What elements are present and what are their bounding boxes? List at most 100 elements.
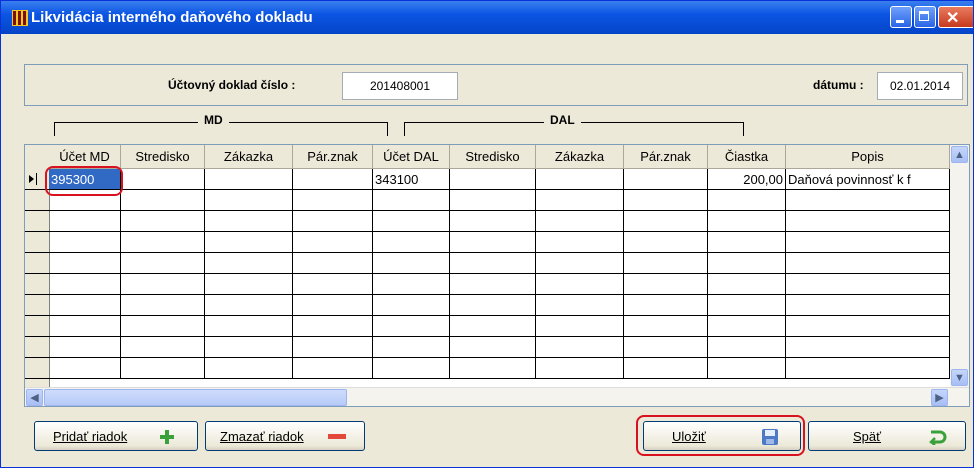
cell-popis[interactable] (786, 274, 950, 295)
cell-stredisko-md[interactable] (121, 232, 205, 253)
cell-stredisko-dal[interactable] (450, 253, 536, 274)
cell-popis[interactable] (786, 190, 950, 211)
row-indicator[interactable] (25, 169, 49, 190)
cell-parznak-md[interactable] (293, 358, 373, 379)
cell-stredisko-dal[interactable] (450, 169, 536, 190)
vertical-scrollbar[interactable]: ▲ ▼ (950, 145, 969, 387)
cell-zakazka-md[interactable] (205, 253, 293, 274)
back-button[interactable]: Späť (808, 421, 966, 451)
save-button[interactable]: Uložiť (643, 421, 801, 451)
cell-parznak-dal[interactable] (624, 190, 708, 211)
cell-parznak-dal[interactable] (624, 358, 708, 379)
cell-stredisko-md[interactable] (121, 211, 205, 232)
cell-ucet-dal[interactable] (373, 232, 450, 253)
cell-ucet-md[interactable] (49, 190, 121, 211)
cell-ucet-md[interactable] (49, 358, 121, 379)
cell-popis[interactable] (786, 337, 950, 358)
cell-ciastka[interactable] (708, 211, 786, 232)
cell-parznak-dal[interactable] (624, 211, 708, 232)
cell-ciastka[interactable] (708, 316, 786, 337)
cell-parznak-md[interactable] (293, 169, 373, 190)
column-header-zakazka-md[interactable]: Zákazka (205, 145, 293, 169)
cell-zakazka-dal[interactable] (536, 274, 624, 295)
row-indicator[interactable] (25, 358, 49, 379)
cell-zakazka-md[interactable] (205, 316, 293, 337)
cell-ucet-md[interactable] (49, 316, 121, 337)
cell-stredisko-dal[interactable] (450, 274, 536, 295)
cell-ciastka[interactable]: 200,00 (708, 169, 786, 190)
cell-parznak-md[interactable] (293, 337, 373, 358)
row-indicator[interactable] (25, 337, 49, 358)
cell-stredisko-dal[interactable] (450, 232, 536, 253)
cell-zakazka-dal[interactable] (536, 337, 624, 358)
cell-ucet-dal[interactable] (373, 358, 450, 379)
cell-popis[interactable]: Daňová povinnosť k f (786, 169, 950, 190)
scroll-down-button[interactable]: ▼ (951, 369, 968, 386)
cell-ucet-md[interactable] (49, 295, 121, 316)
cell-zakazka-md[interactable] (205, 190, 293, 211)
cell-zakazka-dal[interactable] (536, 358, 624, 379)
cell-zakazka-md[interactable] (205, 274, 293, 295)
cell-zakazka-dal[interactable] (536, 211, 624, 232)
date-field[interactable]: 02.01.2014 (877, 72, 963, 100)
cell-stredisko-md[interactable] (121, 337, 205, 358)
cell-stredisko-md[interactable] (121, 253, 205, 274)
column-header-stredisko-dal[interactable]: Stredisko (450, 145, 536, 169)
cell-popis[interactable] (786, 358, 950, 379)
cell-stredisko-dal[interactable] (450, 337, 536, 358)
cell-ucet-md[interactable] (49, 211, 121, 232)
column-header-zakazka-dal[interactable]: Zákazka (536, 145, 624, 169)
cell-parznak-dal[interactable] (624, 232, 708, 253)
cell-stredisko-md[interactable] (121, 295, 205, 316)
row-indicator[interactable] (25, 253, 49, 274)
cell-stredisko-dal[interactable] (450, 295, 536, 316)
cell-ucet-md[interactable] (49, 253, 121, 274)
cell-ciastka[interactable] (708, 190, 786, 211)
cell-ciastka[interactable] (708, 295, 786, 316)
cell-ucet-md[interactable] (49, 337, 121, 358)
cell-zakazka-dal[interactable] (536, 190, 624, 211)
cell-popis[interactable] (786, 211, 950, 232)
cell-stredisko-dal[interactable] (450, 190, 536, 211)
cell-popis[interactable] (786, 316, 950, 337)
row-indicator[interactable] (25, 232, 49, 253)
cell-ciastka[interactable] (708, 253, 786, 274)
cell-stredisko-md[interactable] (121, 190, 205, 211)
cell-parznak-md[interactable] (293, 253, 373, 274)
column-header-stredisko-md[interactable]: Stredisko (121, 145, 205, 169)
cell-parznak-md[interactable] (293, 295, 373, 316)
cell-zakazka-md[interactable] (205, 232, 293, 253)
cell-ucet-md[interactable] (49, 274, 121, 295)
close-button[interactable]: ✕ (938, 6, 973, 28)
cell-ciastka[interactable] (708, 232, 786, 253)
cell-zakazka-dal[interactable] (536, 169, 624, 190)
cell-zakazka-md[interactable] (205, 295, 293, 316)
row-indicator[interactable] (25, 295, 49, 316)
entries-grid[interactable]: Účet MD Stredisko Zákazka Pár.znak Účet … (24, 144, 970, 407)
cell-zakazka-dal[interactable] (536, 253, 624, 274)
cell-popis[interactable] (786, 295, 950, 316)
cell-stredisko-dal[interactable] (450, 211, 536, 232)
minimize-button[interactable] (890, 6, 912, 28)
cell-ucet-dal[interactable] (373, 274, 450, 295)
cell-ucet-dal[interactable] (373, 316, 450, 337)
horizontal-scrollbar[interactable]: ◀ ▶ (25, 387, 969, 406)
delete-row-button[interactable]: Zmazať riadok (205, 421, 365, 451)
cell-stredisko-md[interactable] (121, 169, 205, 190)
cell-zakazka-md[interactable] (205, 337, 293, 358)
cell-ucet-dal[interactable] (373, 253, 450, 274)
scroll-left-button[interactable]: ◀ (26, 389, 43, 406)
cell-zakazka-dal[interactable] (536, 295, 624, 316)
cell-parznak-md[interactable] (293, 190, 373, 211)
cell-parznak-dal[interactable] (624, 274, 708, 295)
cell-zakazka-md[interactable] (205, 211, 293, 232)
add-row-button[interactable]: Pridať riadok (34, 421, 198, 451)
row-indicator[interactable] (25, 316, 49, 337)
scroll-up-button[interactable]: ▲ (951, 146, 968, 163)
cell-zakazka-md[interactable] (205, 169, 293, 190)
horizontal-scroll-thumb[interactable] (44, 389, 347, 406)
cell-popis[interactable] (786, 253, 950, 274)
column-header-ucet-md[interactable]: Účet MD (49, 145, 121, 169)
row-indicator[interactable] (25, 190, 49, 211)
cell-parznak-md[interactable] (293, 232, 373, 253)
